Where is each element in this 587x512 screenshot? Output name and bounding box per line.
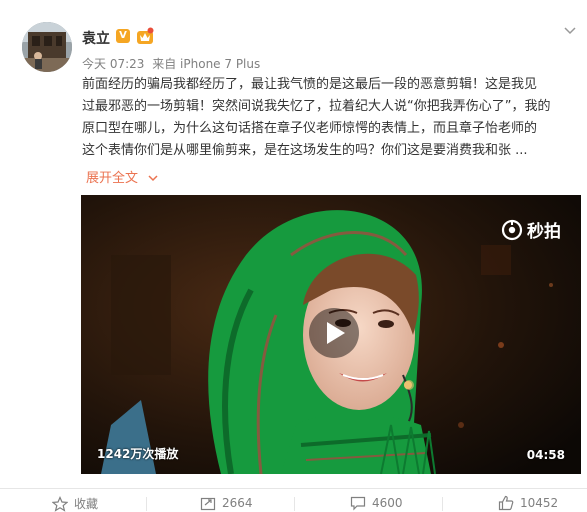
more-icon[interactable] — [563, 26, 577, 36]
favorite-button[interactable]: 收藏 — [52, 495, 98, 512]
expand-full-text-link[interactable]: 展开全文 — [86, 167, 158, 186]
video-duration: 04:58 — [526, 448, 565, 462]
watermark-text: 秒拍 — [527, 222, 561, 242]
like-icon — [498, 495, 514, 511]
post-text-line: 这个表情你们是从哪里偷剪来，是在这场发生的吗？你们这是要消费我和张 ... — [82, 143, 528, 158]
post-time[interactable]: 今天 07:23 — [82, 57, 144, 71]
post-text-line: 前面经历的骗局我都经历了，最让我气愤的是这最后一段的恶意剪辑！这是我见 — [82, 77, 538, 92]
action-separator — [146, 497, 147, 511]
verified-v-icon: V — [116, 29, 130, 43]
forward-button[interactable]: 2664 — [200, 495, 253, 511]
weibo-post-card: 袁立 V 今天 07:23 来自 iPhone 7 Plus 前面经历的骗局我都… — [0, 0, 587, 512]
forward-icon — [200, 497, 216, 511]
chevron-down-icon — [148, 175, 158, 182]
avatar[interactable] — [22, 22, 72, 72]
comment-count: 4600 — [372, 496, 403, 510]
video-player[interactable]: 秒拍 1242万次播放 04:58 — [81, 195, 581, 474]
post-text-line: 过最邪恶的一场剪辑！突然间说我失忆了，拉着纪大人说“你把我弄伤心了”，我的 — [82, 99, 551, 114]
comment-icon — [350, 496, 366, 511]
video-view-count: 1242万次播放 — [97, 447, 179, 461]
forward-count: 2664 — [222, 496, 253, 510]
star-icon — [52, 495, 68, 512]
favorite-label: 收藏 — [74, 497, 99, 511]
post-text: 前面经历的骗局我都经历了，最让我气愤的是这最后一段的恶意剪辑！这是我见 过最邪恶… — [82, 74, 582, 162]
action-separator — [442, 497, 443, 511]
action-separator — [294, 497, 295, 511]
post-text-line: 原口型在哪儿，为什么这句话搭在章子仪老师惊愕的表情上，而且章子怡老师的 — [82, 121, 538, 136]
action-bar: 收藏 2664 4600 10452 — [0, 489, 587, 512]
like-button[interactable]: 10452 — [498, 495, 558, 511]
miaopai-logo-icon — [501, 219, 523, 240]
post-meta: 今天 07:23 来自 iPhone 7 Plus — [82, 55, 260, 72]
like-count: 10452 — [520, 496, 559, 510]
user-name[interactable]: 袁立 — [82, 28, 110, 48]
video-watermark: 秒拍 — [501, 217, 561, 242]
vip-crown-icon — [137, 27, 154, 44]
play-icon — [327, 322, 345, 344]
play-button[interactable] — [309, 308, 359, 358]
post-source: 来自 iPhone 7 Plus — [152, 57, 261, 71]
comment-button[interactable]: 4600 — [350, 495, 403, 511]
expand-label: 展开全文 — [86, 171, 139, 186]
